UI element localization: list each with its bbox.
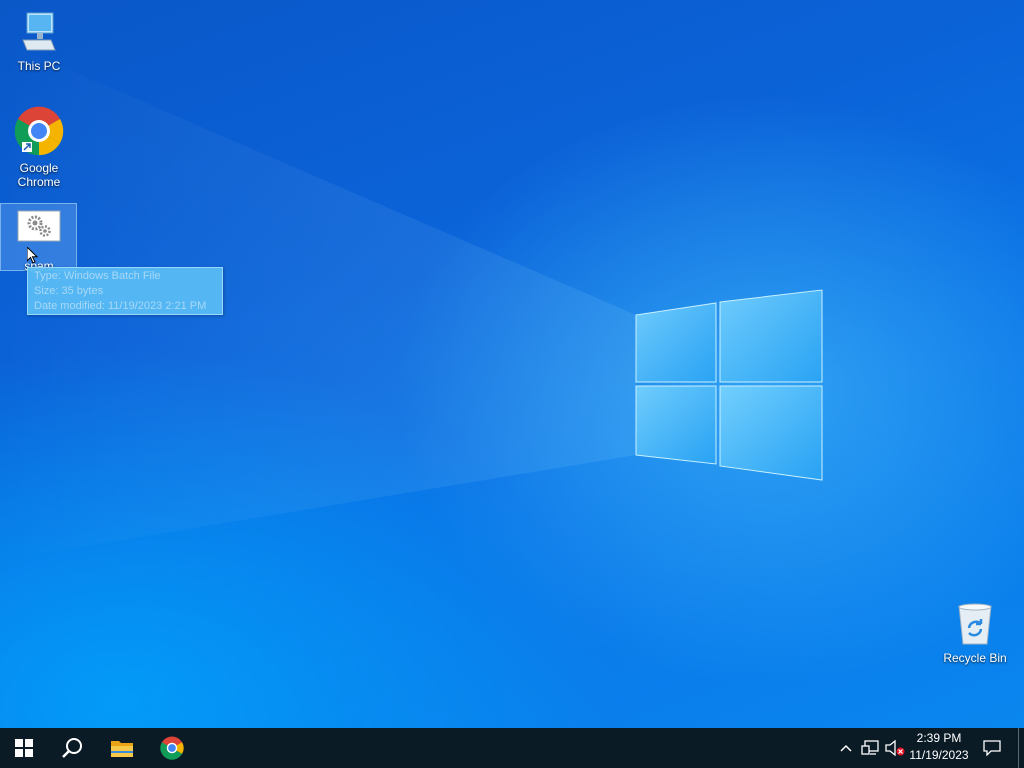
taskbar: 2:39 PM 11/19/2023 [0,728,1024,768]
recycle-bin-icon [958,603,992,645]
volume-muted-icon [885,740,905,756]
clock-date: 11/19/2023 [909,748,969,762]
show-hidden-icons-button[interactable] [834,728,858,768]
chevron-up-icon [840,744,852,752]
start-icon [15,739,33,757]
chrome-icon [14,106,64,156]
chrome-taskbar-button[interactable] [148,728,196,768]
clock-time: 2:39 PM [916,731,962,745]
start-button[interactable] [0,728,48,768]
desktop-wallpaper[interactable]: This PC Google Chrome spam Type: Windows… [0,0,1024,728]
desktop-icon-spam[interactable]: spam [7,210,71,273]
network-icon [861,740,879,755]
show-desktop-button[interactable] [1018,728,1024,768]
search-button[interactable] [48,728,96,768]
desktop-icon-label-line2: Chrome [17,175,61,189]
mouse-cursor-icon [27,247,39,264]
network-button[interactable] [858,728,882,768]
file-info-tooltip: Type: Windows Batch File Size: 35 bytes … [27,267,223,315]
tooltip-date-modified: Date modified: 11/19/2023 2:21 PM [34,300,207,312]
desktop-icon-label-line1: Google [19,161,59,175]
search-icon [62,738,82,758]
volume-button[interactable] [882,728,908,768]
notification-icon [983,740,1001,756]
batch-file-icon [17,210,61,242]
desktop-icon-label: This PC [17,59,61,73]
desktop-icon-this-pc[interactable]: This PC [7,10,71,73]
clock[interactable]: 2:39 PM 11/19/2023 [906,731,972,762]
desktop-icon-recycle-bin[interactable]: Recycle Bin [943,602,1007,665]
chrome-icon [160,736,184,760]
tooltip-size: Size: 35 bytes [34,285,104,297]
desktop-icon-google-chrome[interactable]: Google Chrome [7,106,71,189]
file-explorer-button[interactable] [98,728,146,768]
tooltip-type: Type: Windows Batch File [34,270,161,282]
this-pc-icon [22,12,56,51]
action-center-button[interactable] [978,728,1006,768]
file-explorer-icon [111,741,133,757]
desktop-icon-label: Recycle Bin [943,651,1007,665]
windows-logo-wallpaper [0,40,823,560]
